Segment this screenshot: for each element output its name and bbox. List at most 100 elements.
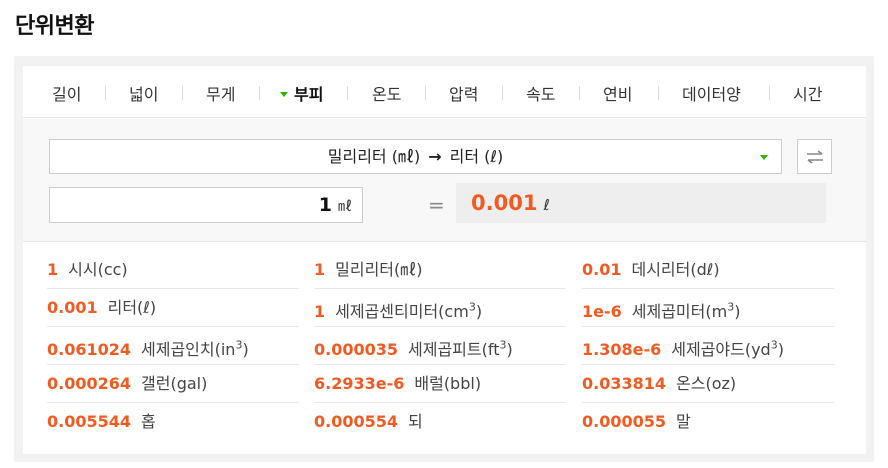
result-item: 0.000554 되	[314, 403, 423, 441]
result-item-unit: 시시(cc)	[68, 260, 128, 279]
equals-sign: =	[428, 193, 445, 217]
result-item-unit-text: 리터(ℓ)	[107, 298, 157, 317]
result-value: 0.001	[471, 191, 538, 215]
tab-divider	[658, 86, 659, 100]
result-item-unit-text: 세제곱야드(yd	[671, 340, 771, 360]
input-unit: ㎖	[338, 199, 352, 215]
tab-divider	[425, 86, 426, 100]
converter-form: 밀리리터 (㎖) → 리터 (ℓ) 1 ㎖ = 0.001 ℓ	[23, 119, 866, 242]
from-unit-label: 밀리리터 (㎖)	[327, 147, 421, 166]
result-item-value: 0.000035	[314, 340, 399, 360]
tab-divider	[105, 86, 106, 100]
unit-close-paren: )	[506, 340, 513, 360]
tab-volume-label: 부피	[294, 85, 324, 104]
result-item-unit: 홉	[141, 412, 156, 431]
result-item: 1.308e-6 세제곱야드(yd3)	[582, 327, 784, 365]
dropdown-arrow-icon	[760, 155, 768, 160]
page-title: 단위변환	[15, 14, 94, 39]
unit-exponent: 3	[770, 339, 778, 352]
tab-volume[interactable]: 부피	[280, 81, 323, 105]
unit-pair-select[interactable]: 밀리리터 (㎖) → 리터 (ℓ)	[49, 139, 782, 174]
result-unit: ℓ	[543, 196, 550, 214]
result-item-value: 1	[47, 260, 59, 279]
result-item: 0.061024 세제곱인치(in3)	[47, 327, 249, 365]
unit-exponent: 3	[468, 301, 476, 314]
swap-arrows-icon	[806, 149, 823, 164]
result-item-unit-text: 밀리리터(㎖)	[335, 260, 423, 279]
result-item-value: 0.061024	[47, 340, 132, 360]
tab-divider	[502, 86, 503, 100]
result-box: 0.001 ℓ	[456, 183, 826, 223]
result-item-unit-text: 온스(oz)	[676, 374, 737, 393]
result-item-value: 6.2933e-6	[314, 374, 405, 393]
result-item-unit: 온스(oz)	[676, 374, 736, 393]
result-item-unit-text: 데시리터(dℓ)	[631, 260, 720, 279]
result-item-unit: 배럴(bbl)	[414, 374, 481, 393]
result-row: 0.005544 홉 0.000554 되 0.000055 말	[47, 403, 845, 441]
tab-divider	[182, 86, 183, 100]
input-value-field[interactable]: 1 ㎖	[49, 187, 363, 223]
unit-close-paren: )	[475, 302, 483, 322]
result-item: 0.000055 말	[582, 403, 691, 441]
result-item: 1 세제곱센티미터(cm3)	[314, 289, 482, 327]
unit-close-paren: )	[242, 340, 249, 360]
result-item-value: 1	[314, 302, 326, 322]
tab-area[interactable]: 넓이	[129, 81, 158, 105]
result-item-unit: 세제곱미터(m3)	[632, 301, 741, 322]
result-item-unit: 세제곱인치(in3)	[141, 339, 249, 360]
unit-close-paren: )	[734, 302, 741, 322]
converter-container: 길이 넓이 무게 부피 온도 압력 속도 연비 데이터양 시간 밀리리터 (㎖)…	[14, 56, 874, 462]
tab-pressure[interactable]: 압력	[449, 81, 478, 105]
selected-marker-icon	[280, 91, 288, 97]
result-item-unit: 갤런(gal)	[141, 374, 207, 393]
tab-weight[interactable]: 무게	[206, 81, 235, 105]
swap-units-button[interactable]	[797, 139, 832, 174]
result-item: 0.000035 세제곱피트(ft3)	[314, 327, 513, 365]
tab-divider	[579, 86, 580, 100]
result-item-value: 1.308e-6	[582, 340, 662, 360]
result-item: 0.001 리터(ℓ)	[47, 289, 156, 327]
tab-speed[interactable]: 속도	[526, 81, 555, 105]
unit-close-paren: )	[777, 340, 784, 360]
tab-divider	[259, 86, 260, 100]
input-value: 1	[318, 194, 332, 216]
result-item-unit-text: 시시(cc)	[68, 260, 128, 279]
result-item-value: 1	[314, 260, 326, 279]
result-item-unit: 말	[676, 412, 691, 431]
result-item-unit: 데시리터(dℓ)	[631, 260, 719, 279]
result-item-unit-text: 세제곱인치(in	[141, 340, 236, 360]
result-item-value: 0.000055	[582, 412, 667, 431]
convert-arrow-icon: →	[428, 147, 442, 166]
result-item-unit-text: 홉	[141, 412, 156, 431]
result-item: 1 밀리리터(㎖)	[314, 251, 423, 289]
result-item-unit-text: 세제곱피트(ft	[408, 340, 500, 360]
result-item-value: 0.000554	[314, 412, 399, 431]
result-item-value: 0.01	[582, 260, 622, 279]
tab-time[interactable]: 시간	[793, 81, 822, 105]
tab-fuel-economy[interactable]: 연비	[603, 81, 632, 105]
tab-length[interactable]: 길이	[52, 81, 81, 105]
result-item-unit-text: 배럴(bbl)	[414, 374, 482, 393]
result-item: 0.01 데시리터(dℓ)	[582, 251, 720, 289]
result-item-unit: 되	[408, 412, 423, 431]
result-item-unit: 세제곱센티미터(cm3)	[335, 301, 483, 322]
result-item-value: 0.001	[47, 298, 98, 317]
result-item-unit: 세제곱피트(ft3)	[408, 339, 513, 360]
result-row: 1 시시(cc) 1 밀리리터(㎖) 0.01 데시리터(dℓ)	[47, 251, 845, 289]
result-item-unit-text: 갤런(gal)	[141, 374, 208, 393]
tab-divider	[769, 86, 770, 100]
converter-panel: 길이 넓이 무게 부피 온도 압력 속도 연비 데이터양 시간 밀리리터 (㎖)…	[23, 66, 866, 454]
result-item-value: 0.005544	[47, 412, 132, 431]
tab-data-size[interactable]: 데이터양	[682, 81, 741, 105]
result-item-unit-text: 되	[408, 412, 423, 431]
result-item-value: 0.000264	[47, 374, 132, 393]
result-item: 1 시시(cc)	[47, 251, 128, 289]
to-unit-label: 리터 (ℓ)	[449, 147, 504, 166]
conversion-results: 1 시시(cc) 1 밀리리터(㎖) 0.01 데시리터(dℓ) 0.001 리터(ℓ) 1 세제…	[47, 251, 845, 441]
result-item-unit-text: 말	[676, 412, 691, 431]
tab-temperature[interactable]: 온도	[372, 81, 401, 105]
result-item: 0.000264 갤런(gal)	[47, 365, 207, 403]
result-item: 0.033814 온스(oz)	[582, 365, 736, 403]
result-row: 0.000264 갤런(gal) 6.2933e-6 배럴(bbl) 0.033814 온…	[47, 365, 845, 403]
unit-category-tabs: 길이 넓이 무게 부피 온도 압력 속도 연비 데이터양 시간	[23, 66, 866, 118]
